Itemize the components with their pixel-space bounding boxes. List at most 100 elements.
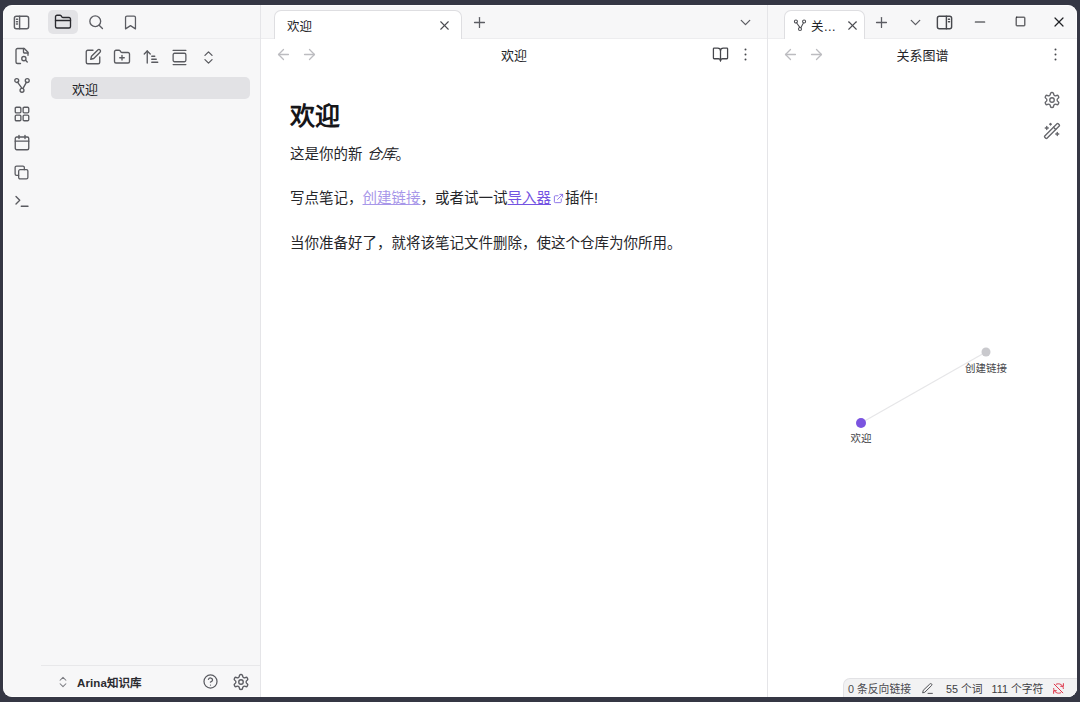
graph-svg: 欢迎 创建链接 bbox=[768, 39, 1077, 697]
tab-title: 关系图谱 bbox=[811, 16, 841, 35]
graph-sm-icon bbox=[793, 18, 807, 32]
close-icon bbox=[437, 18, 452, 33]
toggle-view-button[interactable] bbox=[168, 45, 192, 69]
minimize-icon bbox=[972, 14, 988, 30]
arrow-right-icon bbox=[808, 46, 825, 63]
divider-main-right[interactable] bbox=[767, 5, 768, 697]
note-paragraph: 当你准备好了，就将该笔记文件删除，使这个仓库为你所用。 bbox=[290, 233, 739, 254]
word-count[interactable]: 55 个词 bbox=[946, 680, 983, 696]
file-explorer-panel: 欢迎 Arina知识库 bbox=[41, 39, 260, 697]
tab-list-button[interactable] bbox=[903, 10, 927, 34]
new-tab-button[interactable] bbox=[467, 10, 491, 34]
terminal-icon bbox=[13, 192, 31, 210]
graph-animate-button[interactable] bbox=[1040, 119, 1064, 143]
sort-order-button[interactable] bbox=[139, 45, 163, 69]
quick-switcher-button[interactable] bbox=[10, 44, 34, 68]
external-link-icon bbox=[553, 193, 564, 204]
bookmark-icon bbox=[122, 14, 139, 31]
graph-node[interactable] bbox=[982, 348, 991, 357]
vault-switcher[interactable] bbox=[56, 675, 70, 689]
sort-ascending-icon bbox=[142, 48, 160, 66]
folder-icon bbox=[54, 13, 72, 31]
window-close-button[interactable] bbox=[1040, 5, 1077, 38]
note-paragraph: 这是你的新仓库。 bbox=[290, 144, 739, 165]
settings-button[interactable] bbox=[229, 670, 253, 694]
left-ribbon bbox=[3, 39, 40, 697]
command-palette-button[interactable] bbox=[10, 189, 34, 213]
layout-grid-icon bbox=[13, 105, 31, 123]
templates-button[interactable] bbox=[10, 160, 34, 184]
new-tab-button[interactable] bbox=[869, 10, 893, 34]
close-icon bbox=[845, 18, 860, 33]
collapse-all-button[interactable] bbox=[197, 45, 221, 69]
file-list: 欢迎 bbox=[41, 69, 260, 99]
sidebar-tab-search[interactable] bbox=[84, 10, 108, 34]
window-maximize-button[interactable] bbox=[1000, 5, 1040, 38]
canvas-button[interactable] bbox=[10, 102, 34, 126]
vault-switcher-row: Arina知识库 bbox=[41, 665, 260, 697]
external-link-icon bbox=[553, 189, 564, 210]
reading-mode-button[interactable] bbox=[708, 42, 732, 66]
tab-close-button[interactable] bbox=[845, 15, 860, 35]
external-link[interactable]: 导入器 bbox=[508, 190, 552, 206]
tab-graph[interactable]: 关系图谱 bbox=[784, 10, 865, 39]
chevrons-up-down-icon bbox=[56, 675, 70, 689]
daily-note-button[interactable] bbox=[10, 131, 34, 155]
graph-canvas[interactable]: 欢迎 创建链接 bbox=[768, 39, 1077, 697]
new-folder-button[interactable] bbox=[110, 45, 134, 69]
explorer-toolbar bbox=[41, 39, 260, 69]
backlink-count[interactable]: 0 条反向链接 bbox=[848, 680, 911, 696]
more-options-button[interactable] bbox=[1043, 42, 1067, 66]
graph-node[interactable] bbox=[856, 418, 866, 428]
panel-right-icon bbox=[935, 13, 954, 32]
right-tab-strip: 关系图谱 bbox=[768, 5, 1077, 39]
graph-node-label: 创建链接 bbox=[965, 362, 1007, 374]
window-minimize-button[interactable] bbox=[960, 5, 1000, 38]
more-vertical-icon bbox=[737, 46, 754, 63]
tab-title: 欢迎 bbox=[287, 16, 312, 35]
tab-close-button[interactable] bbox=[434, 15, 454, 35]
folder-plus-icon bbox=[113, 48, 131, 66]
book-open-icon bbox=[712, 46, 729, 63]
plus-icon bbox=[471, 14, 488, 31]
chevron-down-icon bbox=[737, 14, 754, 31]
more-options-button[interactable] bbox=[733, 42, 757, 66]
back-button[interactable] bbox=[778, 42, 802, 66]
char-count[interactable]: 111 个字符 bbox=[992, 680, 1044, 696]
sidebar-tab-files[interactable] bbox=[48, 10, 78, 34]
graph-node-label: 欢迎 bbox=[851, 432, 872, 444]
sync-error-icon[interactable] bbox=[1052, 682, 1065, 695]
tab-welcome[interactable]: 欢迎 bbox=[274, 10, 462, 39]
edit-mode-indicator[interactable] bbox=[921, 682, 934, 695]
forward-button[interactable] bbox=[297, 42, 321, 66]
gallery-vertical-icon bbox=[171, 49, 188, 66]
arrow-left-icon bbox=[782, 46, 799, 63]
note-heading: 欢迎 bbox=[290, 100, 739, 133]
note-editor[interactable]: 欢迎 这是你的新仓库。 写点笔记，创建链接，或者试一试导入器插件! 当你准备好了… bbox=[261, 69, 767, 254]
search-icon bbox=[87, 13, 105, 31]
copy-icon bbox=[13, 164, 30, 181]
main-pane: 欢迎 欢迎 这是你的新仓库。 写点笔记，创建链接，或者试一试导入器插件! 当你准… bbox=[261, 39, 767, 697]
square-pen-icon bbox=[84, 48, 102, 66]
calendar-icon bbox=[13, 134, 31, 152]
titlebar: 欢迎 关系图谱 bbox=[3, 5, 1077, 39]
new-note-button[interactable] bbox=[81, 45, 105, 69]
obsidian-window: 欢迎 关系图谱 bbox=[3, 5, 1077, 697]
help-button[interactable] bbox=[198, 670, 222, 694]
gear-icon bbox=[232, 673, 250, 691]
divider-sidebar-main[interactable] bbox=[260, 5, 261, 697]
tab-list-button[interactable] bbox=[733, 10, 757, 34]
panel-left-icon bbox=[12, 13, 31, 32]
chevrons-up-down-icon bbox=[200, 49, 217, 66]
right-sidebar-toggle-button[interactable] bbox=[932, 10, 956, 34]
vault-name[interactable]: Arina知识库 bbox=[77, 674, 142, 690]
file-item-welcome[interactable]: 欢迎 bbox=[51, 77, 250, 99]
left-sidebar-toggle-button[interactable] bbox=[9, 10, 33, 34]
internal-link[interactable]: 创建链接 bbox=[363, 190, 421, 206]
back-button[interactable] bbox=[271, 42, 295, 66]
forward-button[interactable] bbox=[804, 42, 828, 66]
sidebar-tab-bookmarks[interactable] bbox=[118, 10, 142, 34]
graph-settings-button[interactable] bbox=[1040, 88, 1064, 112]
arrow-right-icon bbox=[301, 46, 318, 63]
graph-view-button[interactable] bbox=[10, 73, 34, 97]
